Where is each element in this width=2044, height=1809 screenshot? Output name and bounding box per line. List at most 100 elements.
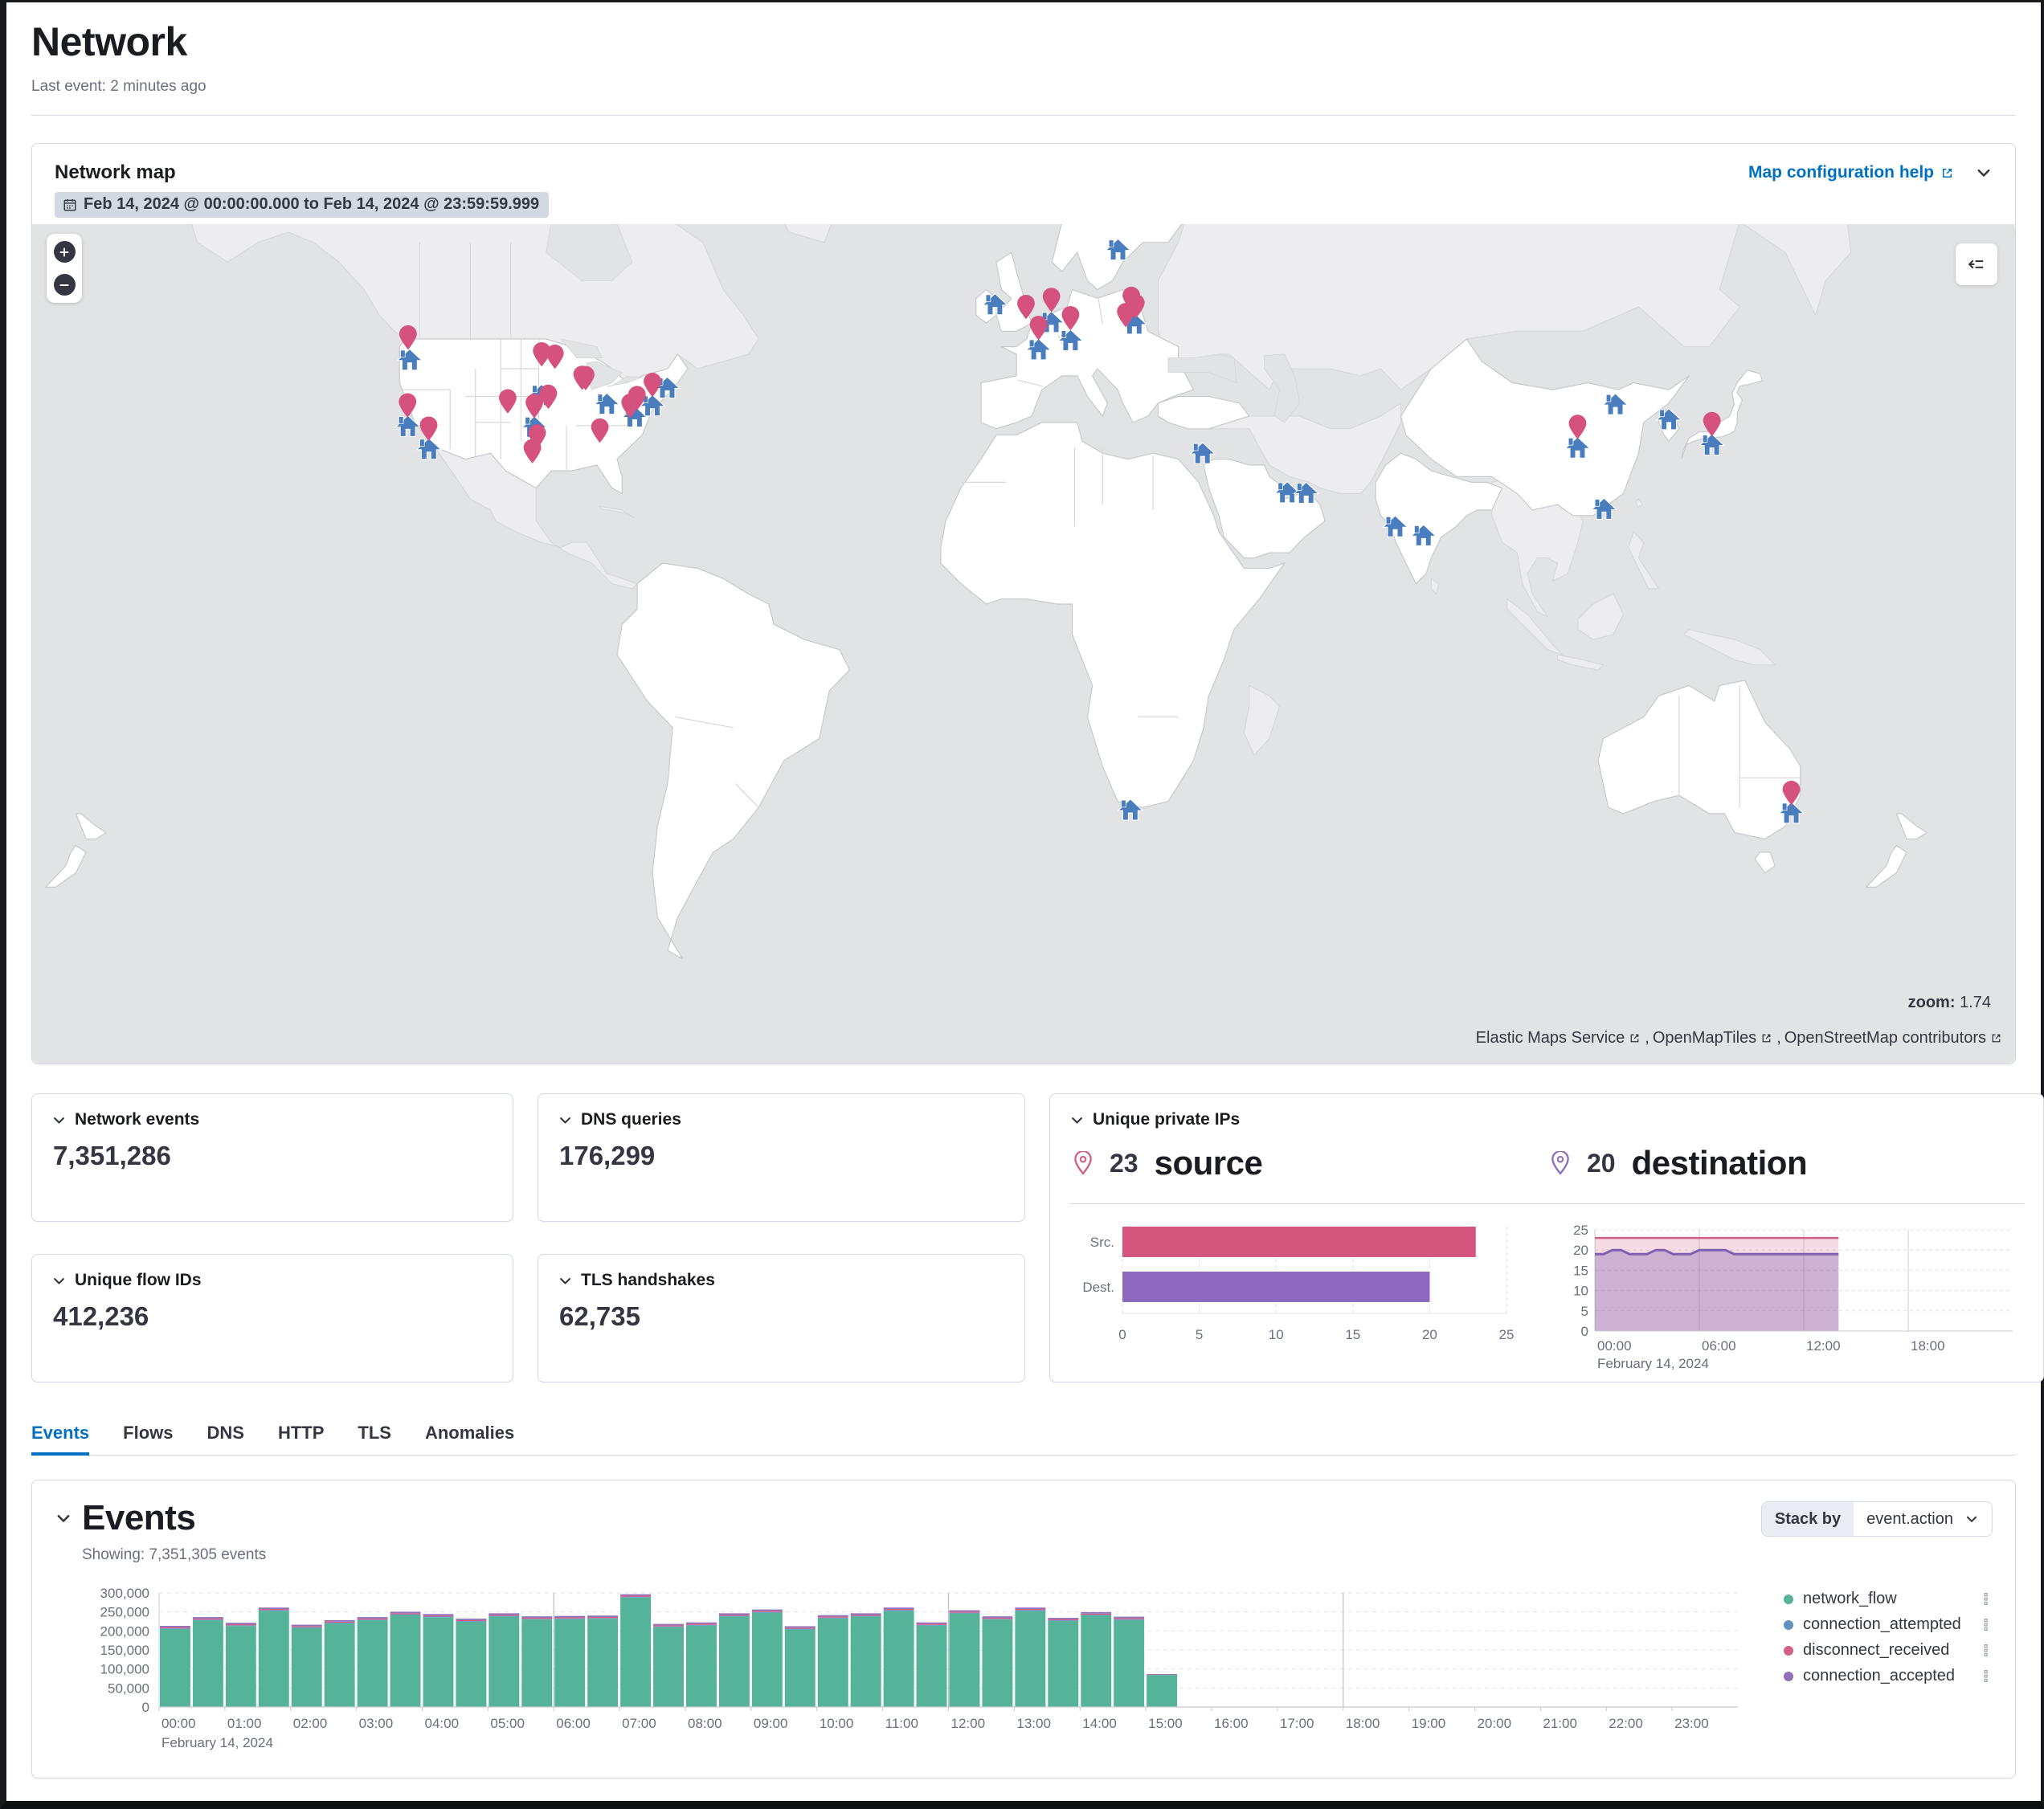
histogram-bar-segment[interactable] [226, 1625, 256, 1626]
histogram-bar-segment[interactable] [1147, 1675, 1177, 1707]
histogram-bar-segment[interactable] [917, 1624, 947, 1625]
kpi-collapse-chevron-icon[interactable] [51, 1113, 67, 1128]
histogram-bar-segment[interactable] [851, 1613, 881, 1615]
tab-tls[interactable]: TLS [358, 1423, 391, 1455]
histogram-bar-segment[interactable] [917, 1625, 947, 1626]
histogram-bar-segment[interactable] [653, 1627, 684, 1707]
histogram-bar-segment[interactable] [292, 1627, 322, 1628]
histogram-bar-segment[interactable] [259, 1610, 289, 1611]
tab-http[interactable]: HTTP [278, 1423, 324, 1455]
histogram-bar-segment[interactable] [1015, 1611, 1045, 1707]
legend-item-disconnect_received[interactable]: disconnect_received [1784, 1641, 1993, 1660]
histogram-bar-segment[interactable] [521, 1616, 552, 1618]
histogram-bar-segment[interactable] [456, 1620, 486, 1621]
tab-flows[interactable]: Flows [123, 1423, 173, 1455]
histogram-bar-segment[interactable] [456, 1622, 486, 1707]
histogram-bar-segment[interactable] [884, 1611, 914, 1707]
kpi-collapse-chevron-icon[interactable] [558, 1273, 573, 1288]
histogram-bar-segment[interactable] [456, 1621, 486, 1622]
histogram-bar-segment[interactable] [292, 1625, 322, 1627]
histogram-bar-segment[interactable] [686, 1625, 717, 1626]
histogram-bar-segment[interactable] [620, 1598, 651, 1707]
histogram-bar-segment[interactable] [1114, 1620, 1144, 1707]
histogram-bar-segment[interactable] [686, 1626, 717, 1707]
histogram-bar-segment[interactable] [160, 1626, 190, 1627]
events-collapse-chevron-icon[interactable] [55, 1509, 72, 1527]
histogram-bar-segment[interactable] [160, 1627, 190, 1628]
histogram-bar-segment[interactable] [884, 1609, 914, 1610]
histogram-bar-segment[interactable] [587, 1615, 618, 1617]
histogram-bar-segment[interactable] [686, 1623, 717, 1624]
histogram-bar-segment[interactable] [587, 1617, 618, 1618]
histogram-bar-segment[interactable] [1015, 1609, 1045, 1610]
histogram-bar-segment[interactable] [1114, 1617, 1144, 1619]
histogram-bar-segment[interactable] [785, 1629, 816, 1630]
attribution-link[interactable]: OpenMapTiles , [1653, 1029, 1781, 1047]
legend-item-connection_attempted[interactable]: connection_attempted [1784, 1615, 1993, 1634]
histogram-bar-segment[interactable] [1048, 1619, 1078, 1620]
histogram-bar-segment[interactable] [719, 1613, 750, 1615]
tab-dns[interactable]: DNS [207, 1423, 244, 1455]
histogram-bar-segment[interactable] [1081, 1612, 1111, 1614]
histogram-bar-segment[interactable] [193, 1619, 223, 1620]
legend-item-connection_accepted[interactable]: connection_accepted [1784, 1667, 1993, 1685]
histogram-bar-segment[interactable] [752, 1612, 783, 1613]
legend-options-menu-icon[interactable] [1979, 1592, 1993, 1606]
histogram-bar-segment[interactable] [982, 1616, 1012, 1618]
histogram-bar-segment[interactable] [785, 1627, 816, 1628]
histogram-bar-segment[interactable] [620, 1595, 651, 1596]
histogram-bar-segment[interactable] [259, 1609, 289, 1610]
map-panel-collapse-chevron-icon[interactable] [1975, 164, 1993, 182]
histogram-bar-segment[interactable] [884, 1610, 914, 1611]
histogram-bar-segment[interactable] [1081, 1614, 1111, 1615]
histogram-bar-segment[interactable] [851, 1615, 881, 1616]
histogram-bar-segment[interactable] [325, 1622, 355, 1623]
histogram-bar-segment[interactable] [390, 1615, 421, 1707]
kpi-collapse-chevron-icon[interactable] [51, 1273, 67, 1288]
histogram-bar-segment[interactable] [1114, 1618, 1144, 1619]
histogram-bar-segment[interactable] [950, 1614, 980, 1707]
histogram-bar-segment[interactable] [489, 1615, 519, 1616]
zoom-out-button[interactable] [54, 274, 76, 296]
world-map-canvas[interactable] [32, 224, 2015, 1064]
histogram-bar-segment[interactable] [489, 1613, 519, 1615]
tab-anomalies[interactable]: Anomalies [425, 1423, 514, 1455]
histogram-bar-segment[interactable] [818, 1617, 848, 1618]
histogram-bar-segment[interactable] [521, 1619, 552, 1707]
histogram-bar-segment[interactable] [259, 1611, 289, 1707]
histogram-bar-segment[interactable] [851, 1616, 881, 1707]
histogram-bar-segment[interactable] [554, 1617, 585, 1618]
histogram-bar-segment[interactable] [1114, 1619, 1144, 1620]
histogram-bar-segment[interactable] [752, 1610, 783, 1611]
histogram-bar-segment[interactable] [456, 1619, 486, 1620]
histogram-bar-segment[interactable] [226, 1624, 256, 1625]
histogram-bar-segment[interactable] [917, 1623, 947, 1624]
histogram-bar-segment[interactable] [620, 1597, 651, 1598]
histogram-bar-segment[interactable] [818, 1615, 848, 1617]
histogram-bar-segment[interactable] [982, 1618, 1012, 1619]
histogram-bar-segment[interactable] [358, 1619, 388, 1620]
histogram-bar-segment[interactable] [686, 1624, 717, 1625]
histogram-bar-segment[interactable] [1015, 1610, 1045, 1611]
histogram-bar-segment[interactable] [325, 1623, 355, 1707]
histogram-bar-segment[interactable] [620, 1596, 651, 1597]
histogram-bar-segment[interactable] [226, 1623, 256, 1624]
histogram-bar-segment[interactable] [226, 1626, 256, 1707]
histogram-bar-segment[interactable] [390, 1613, 421, 1614]
histogram-bar-segment[interactable] [292, 1628, 322, 1707]
map-configuration-help-link[interactable]: Map configuration help [1748, 163, 1954, 182]
legend-options-menu-icon[interactable] [1979, 1618, 1993, 1631]
histogram-bar-segment[interactable] [358, 1617, 388, 1619]
attribution-link[interactable]: OpenStreetMap contributors [1784, 1029, 2002, 1047]
legend-options-menu-icon[interactable] [1979, 1669, 1993, 1683]
legend-item-network_flow[interactable]: network_flow [1784, 1590, 1993, 1608]
histogram-bar-segment[interactable] [1147, 1674, 1177, 1675]
histogram-bar-segment[interactable] [325, 1620, 355, 1622]
histogram-bar-segment[interactable] [390, 1611, 421, 1613]
histogram-bar-segment[interactable] [554, 1619, 585, 1707]
histogram-bar-segment[interactable] [554, 1616, 585, 1618]
zoom-in-button[interactable] [54, 241, 76, 263]
histogram-bar-segment[interactable] [785, 1629, 816, 1707]
histogram-bar-segment[interactable] [1081, 1615, 1111, 1707]
histogram-bar-segment[interactable] [521, 1618, 552, 1619]
